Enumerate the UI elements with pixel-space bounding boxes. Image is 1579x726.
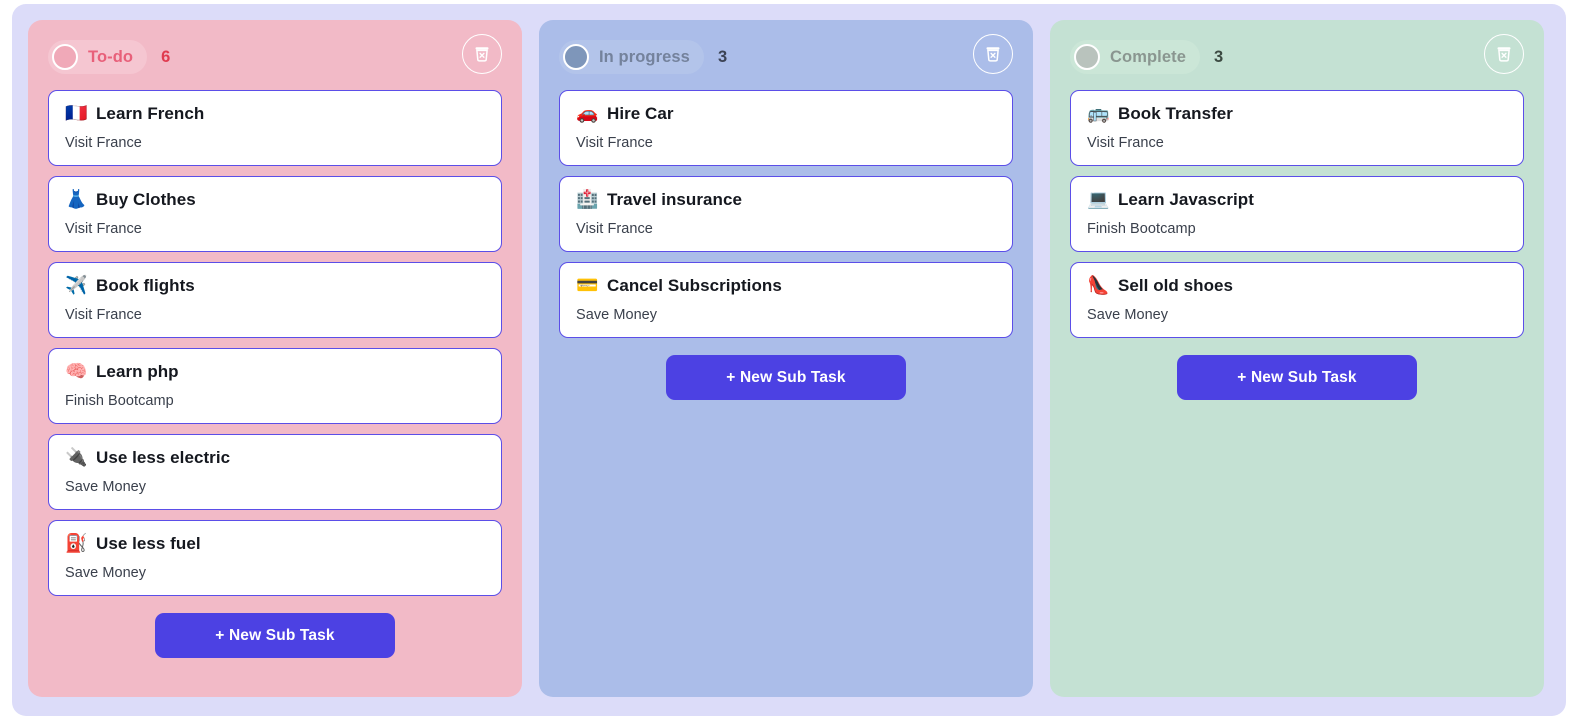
task-card[interactable]: 🇫🇷 Learn French Visit France (48, 90, 502, 166)
task-title-row: 🇫🇷 Learn French (65, 104, 485, 124)
bus-icon: 🚌 (1087, 103, 1110, 124)
task-title-row: 🧠 Learn php (65, 362, 485, 382)
delete-column-button-progress[interactable] (973, 34, 1013, 74)
kanban-board: To-do 6 🇫🇷 Learn French Visit France 👗 Buy Clo… (28, 20, 1550, 697)
task-card[interactable]: 👗 Buy Clothes Visit France (48, 176, 502, 252)
trash-x-icon (1494, 44, 1514, 64)
task-title-row: ⛽ Use less fuel (65, 534, 485, 554)
task-title-row: 💻 Learn Javascript (1087, 190, 1507, 210)
new-sub-task-wrapper: + New Sub Task (48, 613, 502, 658)
task-list-progress: 🚗 Hire Car Visit France 🏥 Travel insurance Vi… (559, 90, 1013, 338)
task-title: Book flights (96, 276, 195, 295)
status-dot-progress-icon (563, 44, 589, 70)
column-header-complete: Complete 3 (1070, 34, 1524, 80)
task-card[interactable]: 🔌 Use less electric Save Money (48, 434, 502, 510)
status-label-todo: To-do (88, 47, 134, 66)
delete-column-button-todo[interactable] (462, 34, 502, 74)
credit-card-icon: 💳 (576, 275, 599, 296)
flag-france-icon: 🇫🇷 (65, 103, 88, 124)
task-card[interactable]: 💳 Cancel Subscriptions Save Money (559, 262, 1013, 338)
new-sub-task-wrapper: + New Sub Task (559, 355, 1013, 400)
dress-icon: 👗 (65, 189, 88, 210)
task-title-row: 🚗 Hire Car (576, 104, 996, 124)
task-title: Travel insurance (607, 190, 742, 209)
high-heel-icon: 👠 (1087, 275, 1110, 296)
electric-plug-icon: 🔌 (65, 447, 88, 468)
task-subtitle: Visit France (1087, 135, 1164, 151)
task-title: Book Transfer (1118, 104, 1233, 123)
task-subtitle: Visit France (65, 221, 142, 237)
column-header-todo: To-do 6 (48, 34, 502, 80)
task-title-row: 🚌 Book Transfer (1087, 104, 1507, 124)
task-title: Buy Clothes (96, 190, 196, 209)
new-sub-task-button-complete[interactable]: + New Sub Task (1177, 355, 1417, 400)
task-card[interactable]: ⛽ Use less fuel Save Money (48, 520, 502, 596)
task-title: Learn Javascript (1118, 190, 1254, 209)
fuel-pump-icon: ⛽ (65, 533, 88, 554)
delete-column-button-complete[interactable] (1484, 34, 1524, 74)
status-dot-todo-icon (52, 44, 78, 70)
task-count-complete: 3 (1213, 47, 1224, 66)
task-card[interactable]: 🧠 Learn php Finish Bootcamp (48, 348, 502, 424)
task-title-row: 🔌 Use less electric (65, 448, 485, 468)
task-subtitle: Save Money (1087, 307, 1169, 323)
task-title: Use less electric (96, 448, 231, 467)
trash-x-icon (983, 44, 1003, 64)
task-subtitle: Save Money (65, 565, 147, 581)
task-title: Learn php (96, 362, 179, 381)
task-subtitle: Visit France (576, 135, 653, 151)
airplane-icon: ✈️ (65, 275, 88, 296)
column-header-progress: In progress 3 (559, 34, 1013, 80)
status-label-complete: Complete (1110, 47, 1186, 66)
task-title: Sell old shoes (1118, 276, 1234, 295)
status-pill-todo[interactable]: To-do (48, 40, 148, 74)
task-title-row: 👗 Buy Clothes (65, 190, 485, 210)
task-title-row: 🏥 Travel insurance (576, 190, 996, 210)
kanban-page-background: To-do 6 🇫🇷 Learn French Visit France 👗 Buy Clo… (12, 4, 1566, 716)
task-title-row: 👠 Sell old shoes (1087, 276, 1507, 296)
status-label-progress: In progress (599, 47, 690, 66)
task-card[interactable]: 🚗 Hire Car Visit France (559, 90, 1013, 166)
status-dot-complete-icon (1074, 44, 1100, 70)
car-icon: 🚗 (576, 103, 599, 124)
column-todo: To-do 6 🇫🇷 Learn French Visit France 👗 Buy Clo… (28, 20, 522, 697)
task-list-complete: 🚌 Book Transfer Visit France 💻 Learn Javascr… (1070, 90, 1524, 338)
task-subtitle: Visit France (576, 221, 653, 237)
laptop-icon: 💻 (1087, 189, 1110, 210)
task-list-todo: 🇫🇷 Learn French Visit France 👗 Buy Clothes Vi… (48, 90, 502, 596)
task-subtitle: Visit France (65, 307, 142, 323)
task-title-row: 💳 Cancel Subscriptions (576, 276, 996, 296)
column-complete: Complete 3 🚌 Book Transfer Visit France 💻 Lear… (1050, 20, 1544, 697)
task-title: Cancel Subscriptions (607, 276, 782, 295)
task-title-row: ✈️ Book flights (65, 276, 485, 296)
task-count-progress: 3 (717, 47, 728, 66)
new-sub-task-button-todo[interactable]: + New Sub Task (155, 613, 395, 658)
brain-icon: 🧠 (65, 361, 88, 382)
new-sub-task-button-progress[interactable]: + New Sub Task (666, 355, 906, 400)
new-sub-task-wrapper: + New Sub Task (1070, 355, 1524, 400)
task-card[interactable]: 👠 Sell old shoes Save Money (1070, 262, 1524, 338)
hospital-icon: 🏥 (576, 189, 599, 210)
task-subtitle: Visit France (65, 135, 142, 151)
trash-x-icon (472, 44, 492, 64)
task-subtitle: Save Money (65, 479, 147, 495)
task-card[interactable]: 💻 Learn Javascript Finish Bootcamp (1070, 176, 1524, 252)
status-pill-complete[interactable]: Complete (1070, 40, 1200, 74)
task-subtitle: Finish Bootcamp (65, 393, 174, 409)
column-progress: In progress 3 🚗 Hire Car Visit France 🏥 Travel… (539, 20, 1033, 697)
task-title: Learn French (96, 104, 205, 123)
task-card[interactable]: ✈️ Book flights Visit France (48, 262, 502, 338)
task-card[interactable]: 🏥 Travel insurance Visit France (559, 176, 1013, 252)
task-subtitle: Save Money (576, 307, 658, 323)
task-title: Use less fuel (96, 534, 201, 553)
task-card[interactable]: 🚌 Book Transfer Visit France (1070, 90, 1524, 166)
task-count-todo: 6 (161, 47, 171, 66)
task-subtitle: Finish Bootcamp (1087, 221, 1196, 237)
status-pill-progress[interactable]: In progress (559, 40, 704, 74)
task-title: Hire Car (607, 104, 674, 123)
